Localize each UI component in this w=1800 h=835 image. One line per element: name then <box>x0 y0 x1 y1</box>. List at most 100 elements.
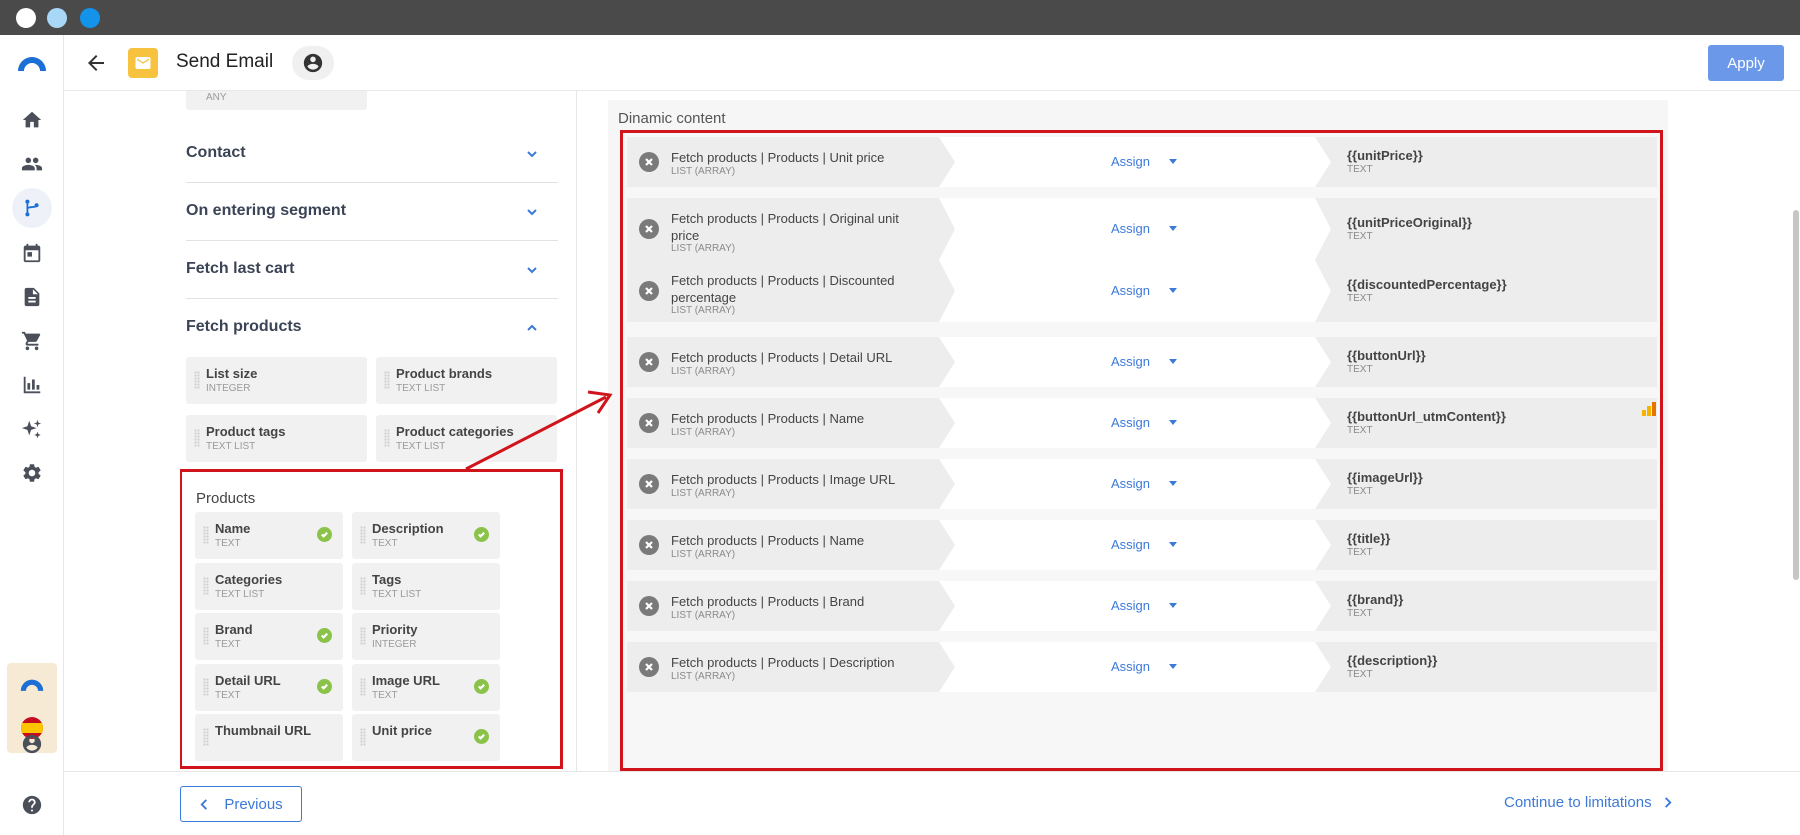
product-field-tile[interactable]: Categories TEXT LIST <box>195 562 343 610</box>
field-tile[interactable]: Product categories TEXT LIST <box>376 415 557 462</box>
home-icon[interactable] <box>20 108 44 132</box>
product-field-tile[interactable]: Image URL TEXT <box>352 663 500 711</box>
previous-button[interactable]: Previous <box>180 786 302 822</box>
drag-handle-icon[interactable] <box>203 526 209 544</box>
product-field-tile[interactable]: Priority INTEGER <box>352 613 500 660</box>
mapping-target[interactable]: {{unitPriceOriginal}} TEXT <box>1315 198 1657 260</box>
drag-handle-icon[interactable] <box>194 371 200 389</box>
automation-icon[interactable] <box>20 196 44 220</box>
caret-down-icon[interactable] <box>1169 481 1177 486</box>
product-field-tile[interactable]: Detail URL TEXT <box>195 663 343 711</box>
remove-mapping-icon[interactable] <box>639 657 659 677</box>
remove-mapping-icon[interactable] <box>639 219 659 239</box>
field-name: Product tags <box>206 424 286 439</box>
drag-handle-icon[interactable] <box>384 371 390 389</box>
drag-handle-icon[interactable] <box>360 677 366 696</box>
accordion-contact[interactable]: Contact <box>186 125 558 183</box>
caret-down-icon[interactable] <box>1169 603 1177 608</box>
remove-mapping-icon[interactable] <box>639 596 659 616</box>
drag-handle-icon[interactable] <box>360 627 366 645</box>
caret-down-icon[interactable] <box>1169 226 1177 231</box>
mapping-target[interactable]: {{discountedPercentage}} TEXT <box>1315 260 1657 322</box>
calendar-icon[interactable] <box>20 241 44 265</box>
continue-link[interactable]: Continue to limitations <box>1504 794 1673 811</box>
scrollbar-thumb[interactable] <box>1793 210 1799 580</box>
product-field-tile[interactable]: Thumbnail URL <box>195 714 343 761</box>
logo-icon[interactable] <box>16 51 48 75</box>
mapping-source: Fetch products | Products | Original uni… <box>627 198 955 260</box>
field-tile[interactable]: Product tags TEXT LIST <box>186 415 367 462</box>
gear-icon[interactable] <box>20 461 44 485</box>
mapping-source-type: LIST (ARRAY) <box>671 671 736 682</box>
help-icon[interactable] <box>20 793 44 817</box>
field-tile[interactable]: Product brands TEXT LIST <box>376 357 557 404</box>
mapping-target[interactable]: {{title}} TEXT <box>1315 520 1657 570</box>
mapping-target[interactable]: {{unitPrice}} TEXT <box>1315 137 1657 187</box>
window-minimize-dot[interactable] <box>47 8 67 28</box>
any-tile[interactable]: ANY <box>186 91 367 110</box>
remove-mapping-icon[interactable] <box>639 152 659 172</box>
chart-icon[interactable] <box>20 373 44 397</box>
user-avatar-button[interactable] <box>292 46 334 80</box>
cart-icon[interactable] <box>20 329 44 353</box>
remove-mapping-icon[interactable] <box>639 281 659 301</box>
caret-down-icon[interactable] <box>1169 288 1177 293</box>
drag-handle-icon[interactable] <box>360 526 366 544</box>
caret-down-icon[interactable] <box>1169 159 1177 164</box>
field-type: TEXT LIST <box>396 441 446 452</box>
drag-handle-icon[interactable] <box>360 728 366 746</box>
drag-handle-icon[interactable] <box>203 627 209 645</box>
accordion-on-entering-segment[interactable]: On entering segment <box>186 183 558 241</box>
contacts-icon[interactable] <box>20 152 44 176</box>
product-field-tile[interactable]: Description TEXT <box>352 512 500 559</box>
remove-mapping-icon[interactable] <box>639 413 659 433</box>
remove-mapping-icon[interactable] <box>639 474 659 494</box>
accordion-fetch-products[interactable]: Fetch products <box>186 299 558 357</box>
accordion-fetch-last-cart[interactable]: Fetch last cart <box>186 241 558 299</box>
remove-mapping-icon[interactable] <box>639 352 659 372</box>
window-close-dot[interactable] <box>16 8 36 28</box>
sparkles-icon[interactable] <box>20 417 44 441</box>
assign-dropdown[interactable]: Assign <box>1111 415 1150 430</box>
drag-handle-icon[interactable] <box>384 429 390 447</box>
mapping-target[interactable]: {{description}} TEXT <box>1315 642 1657 692</box>
mapping-target[interactable]: {{imageUrl}} TEXT <box>1315 459 1657 509</box>
mapping-target-variable: {{imageUrl}} <box>1347 470 1423 485</box>
document-icon[interactable] <box>20 285 44 309</box>
assign-dropdown[interactable]: Assign <box>1111 354 1150 369</box>
product-field-tile[interactable]: Name TEXT <box>195 512 343 559</box>
accordion-title: On entering segment <box>186 202 347 219</box>
caret-down-icon[interactable] <box>1169 542 1177 547</box>
caret-down-icon[interactable] <box>1169 664 1177 669</box>
drag-handle-icon[interactable] <box>360 576 366 595</box>
mapping-target-variable: {{unitPrice}} <box>1347 148 1423 163</box>
mapping-target[interactable]: {{buttonUrl_utmContent}} TEXT <box>1315 398 1657 448</box>
assign-dropdown[interactable]: Assign <box>1111 537 1150 552</box>
mapping-target[interactable]: {{brand}} TEXT <box>1315 581 1657 631</box>
product-field-tile[interactable]: Brand TEXT <box>195 613 343 660</box>
window-maximize-dot[interactable] <box>80 8 100 28</box>
product-field-tile[interactable]: Unit price <box>352 714 500 761</box>
caret-down-icon[interactable] <box>1169 420 1177 425</box>
drag-handle-icon[interactable] <box>203 576 209 595</box>
apply-button[interactable]: Apply <box>1708 45 1784 81</box>
field-tile[interactable]: List size INTEGER <box>186 357 367 404</box>
drag-handle-icon[interactable] <box>203 677 209 696</box>
assign-dropdown[interactable]: Assign <box>1111 598 1150 613</box>
assign-dropdown[interactable]: Assign <box>1111 283 1150 298</box>
back-arrow-icon[interactable] <box>84 51 108 75</box>
drag-handle-icon[interactable] <box>194 429 200 447</box>
field-type: INTEGER <box>206 383 251 394</box>
mapping-target-type: TEXT <box>1347 486 1373 497</box>
assign-dropdown[interactable]: Assign <box>1111 154 1150 169</box>
drag-handle-icon[interactable] <box>203 728 209 746</box>
caret-down-icon[interactable] <box>1169 359 1177 364</box>
remove-mapping-icon[interactable] <box>639 535 659 555</box>
mapping-row: Fetch products | Products | Description L… <box>627 642 1657 692</box>
assign-dropdown[interactable]: Assign <box>1111 659 1150 674</box>
product-field-tile[interactable]: Tags TEXT LIST <box>352 562 500 610</box>
mapping-target[interactable]: {{buttonUrl}} TEXT <box>1315 337 1657 387</box>
account-icon[interactable] <box>20 732 44 756</box>
assign-dropdown[interactable]: Assign <box>1111 221 1150 236</box>
assign-dropdown[interactable]: Assign <box>1111 476 1150 491</box>
